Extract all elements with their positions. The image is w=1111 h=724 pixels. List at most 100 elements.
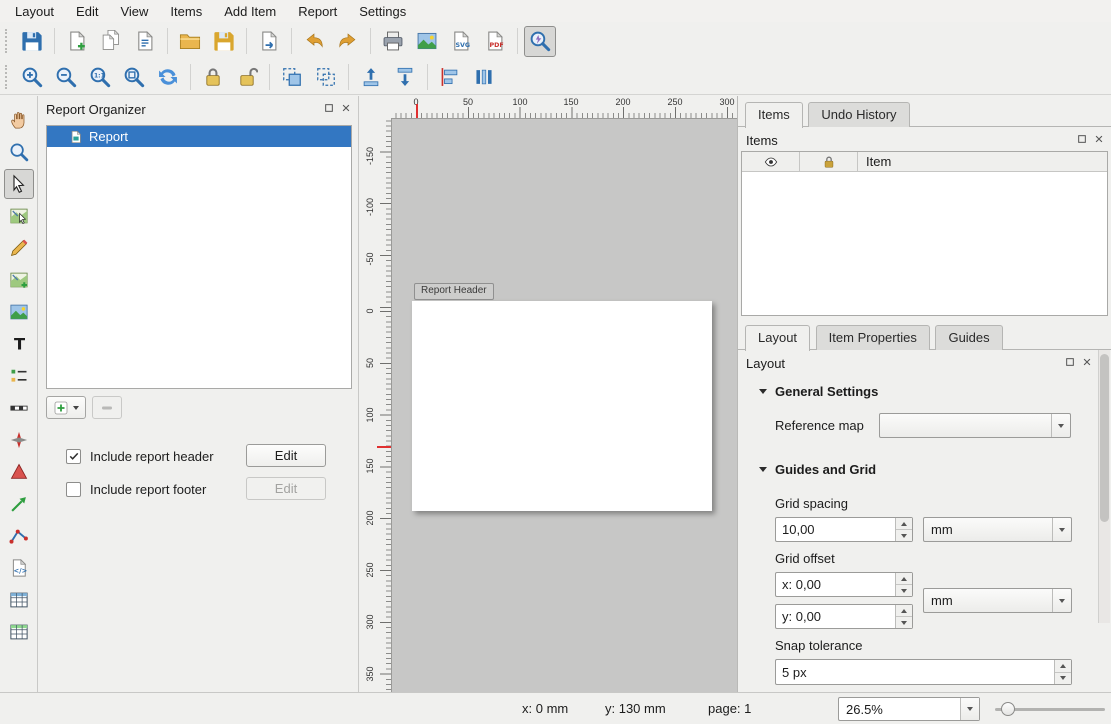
preview-button[interactable] xyxy=(524,26,556,57)
menu-view[interactable]: View xyxy=(109,2,159,21)
select-move-item-button[interactable] xyxy=(4,169,34,199)
item-column-header[interactable]: Item xyxy=(858,152,1107,171)
export-as-image-button[interactable] xyxy=(411,26,443,57)
unlock-all-button[interactable] xyxy=(231,62,263,93)
menu-items[interactable]: Items xyxy=(159,2,213,21)
panel-close-button[interactable] xyxy=(339,101,352,114)
add-shape-button[interactable] xyxy=(4,457,34,487)
add-picture-button[interactable] xyxy=(4,297,34,327)
export-as-pdf-button[interactable]: PDF xyxy=(479,26,511,57)
tab-layout[interactable]: Layout xyxy=(745,325,810,351)
group-items-button[interactable] xyxy=(276,62,308,93)
spin-down-button[interactable] xyxy=(896,584,912,596)
general-settings-group[interactable]: General Settings xyxy=(759,384,878,399)
guides-and-grid-group[interactable]: Guides and Grid xyxy=(759,462,876,477)
grid-offset-y-spinbox[interactable]: y: 0,00 xyxy=(775,604,913,629)
print-button[interactable] xyxy=(377,26,409,57)
tab-items[interactable]: Items xyxy=(745,102,803,128)
new-report-button[interactable] xyxy=(61,26,93,57)
add-map-button[interactable] xyxy=(4,265,34,295)
zoom-tool-button[interactable] xyxy=(4,137,34,167)
report-tree-item[interactable]: Report xyxy=(47,126,351,147)
zoom-out-button[interactable] xyxy=(50,62,82,93)
grid-spacing-unit-combo[interactable]: mm xyxy=(923,517,1072,542)
edit-nodes-button[interactable] xyxy=(4,233,34,263)
distribute-items-button[interactable] xyxy=(468,62,500,93)
horizontal-ruler[interactable]: 0 50 100 150 200 250 300 xyxy=(391,96,738,118)
undo-button[interactable] xyxy=(298,26,330,57)
combo-arrow-icon[interactable] xyxy=(960,698,979,720)
spin-down-button[interactable] xyxy=(896,616,912,628)
menu-report[interactable]: Report xyxy=(287,2,348,21)
zoom-level-value[interactable]: 26.5% xyxy=(839,698,960,720)
tab-item-properties[interactable]: Item Properties xyxy=(816,325,930,350)
redo-button[interactable] xyxy=(332,26,364,57)
pan-tool-button[interactable] xyxy=(4,105,34,135)
ungroup-items-button[interactable] xyxy=(310,62,342,93)
zoom-in-button[interactable] xyxy=(16,62,48,93)
add-label-button[interactable]: T xyxy=(4,329,34,359)
grid-offset-unit-combo[interactable]: mm xyxy=(923,588,1072,613)
refresh-view-button[interactable] xyxy=(152,62,184,93)
export-as-template-button[interactable] xyxy=(253,26,285,57)
menu-layout[interactable]: Layout xyxy=(4,2,65,21)
zoom-actual-button[interactable]: 1:1 xyxy=(84,62,116,93)
panel-float-button[interactable] xyxy=(1075,132,1088,145)
zoom-full-button[interactable] xyxy=(118,62,150,93)
zoom-level-combo[interactable]: 26.5% xyxy=(838,697,980,721)
reference-map-combo[interactable] xyxy=(879,413,1071,438)
add-node-item-button[interactable] xyxy=(4,521,34,551)
add-fixed-table-button[interactable] xyxy=(4,617,34,647)
tab-undo-history[interactable]: Undo History xyxy=(808,102,909,127)
layout-manager-button[interactable] xyxy=(129,26,161,57)
remove-section-button[interactable] xyxy=(92,396,122,419)
add-north-arrow-button[interactable] xyxy=(4,425,34,455)
include-report-footer-checkbox[interactable] xyxy=(66,482,81,497)
toolbar-drag-handle[interactable] xyxy=(5,29,9,53)
add-scalebar-button[interactable] xyxy=(4,393,34,423)
snap-tolerance-spinbox[interactable]: 5 px xyxy=(775,659,1072,685)
scrollbar-thumb[interactable] xyxy=(1100,354,1109,522)
report-tree[interactable]: Report xyxy=(46,125,352,389)
grid-spacing-spinbox[interactable]: 10,00 xyxy=(775,517,913,542)
panel-close-button[interactable] xyxy=(1092,132,1105,145)
zoom-slider-thumb[interactable] xyxy=(1001,702,1015,716)
spin-up-button[interactable] xyxy=(896,573,912,584)
menu-settings[interactable]: Settings xyxy=(348,2,417,21)
report-page[interactable] xyxy=(412,301,712,511)
raise-items-button[interactable] xyxy=(355,62,387,93)
spin-down-button[interactable] xyxy=(1055,672,1071,685)
edit-header-button[interactable]: Edit xyxy=(246,444,326,467)
export-as-svg-button[interactable]: SVG xyxy=(445,26,477,57)
panel-close-button[interactable] xyxy=(1080,355,1093,368)
add-section-button[interactable] xyxy=(46,396,86,419)
spin-up-button[interactable] xyxy=(896,605,912,616)
grid-offset-x-spinbox[interactable]: x: 0,00 xyxy=(775,572,913,597)
toolbar-drag-handle[interactable] xyxy=(5,65,9,89)
save-as-template-button[interactable] xyxy=(208,26,240,57)
add-attribute-table-button[interactable] xyxy=(4,585,34,615)
lock-items-button[interactable] xyxy=(197,62,229,93)
duplicate-report-button[interactable] xyxy=(95,26,127,57)
tab-guides[interactable]: Guides xyxy=(935,325,1002,350)
visibility-column-header[interactable] xyxy=(742,152,800,171)
include-report-header-checkbox[interactable] xyxy=(66,449,81,464)
vertical-ruler[interactable]: -150 -100 -50 0 50 100 150 200 250 300 3… xyxy=(359,118,391,692)
lock-column-header[interactable] xyxy=(800,152,858,171)
align-items-button[interactable] xyxy=(434,62,466,93)
add-html-button[interactable]: </> xyxy=(4,553,34,583)
lower-items-button[interactable] xyxy=(389,62,421,93)
save-project-button[interactable] xyxy=(16,26,48,57)
add-items-from-template-button[interactable] xyxy=(174,26,206,57)
spin-up-button[interactable] xyxy=(1055,660,1071,672)
menu-add-item[interactable]: Add Item xyxy=(213,2,287,21)
items-table[interactable]: Item xyxy=(741,151,1108,316)
panel-float-button[interactable] xyxy=(322,101,335,114)
zoom-slider[interactable] xyxy=(995,697,1105,721)
add-legend-button[interactable] xyxy=(4,361,34,391)
spin-down-button[interactable] xyxy=(896,529,912,541)
layout-canvas[interactable]: Report Header xyxy=(391,118,738,692)
menu-edit[interactable]: Edit xyxy=(65,2,109,21)
add-arrow-button[interactable] xyxy=(4,489,34,519)
spin-up-button[interactable] xyxy=(896,518,912,529)
